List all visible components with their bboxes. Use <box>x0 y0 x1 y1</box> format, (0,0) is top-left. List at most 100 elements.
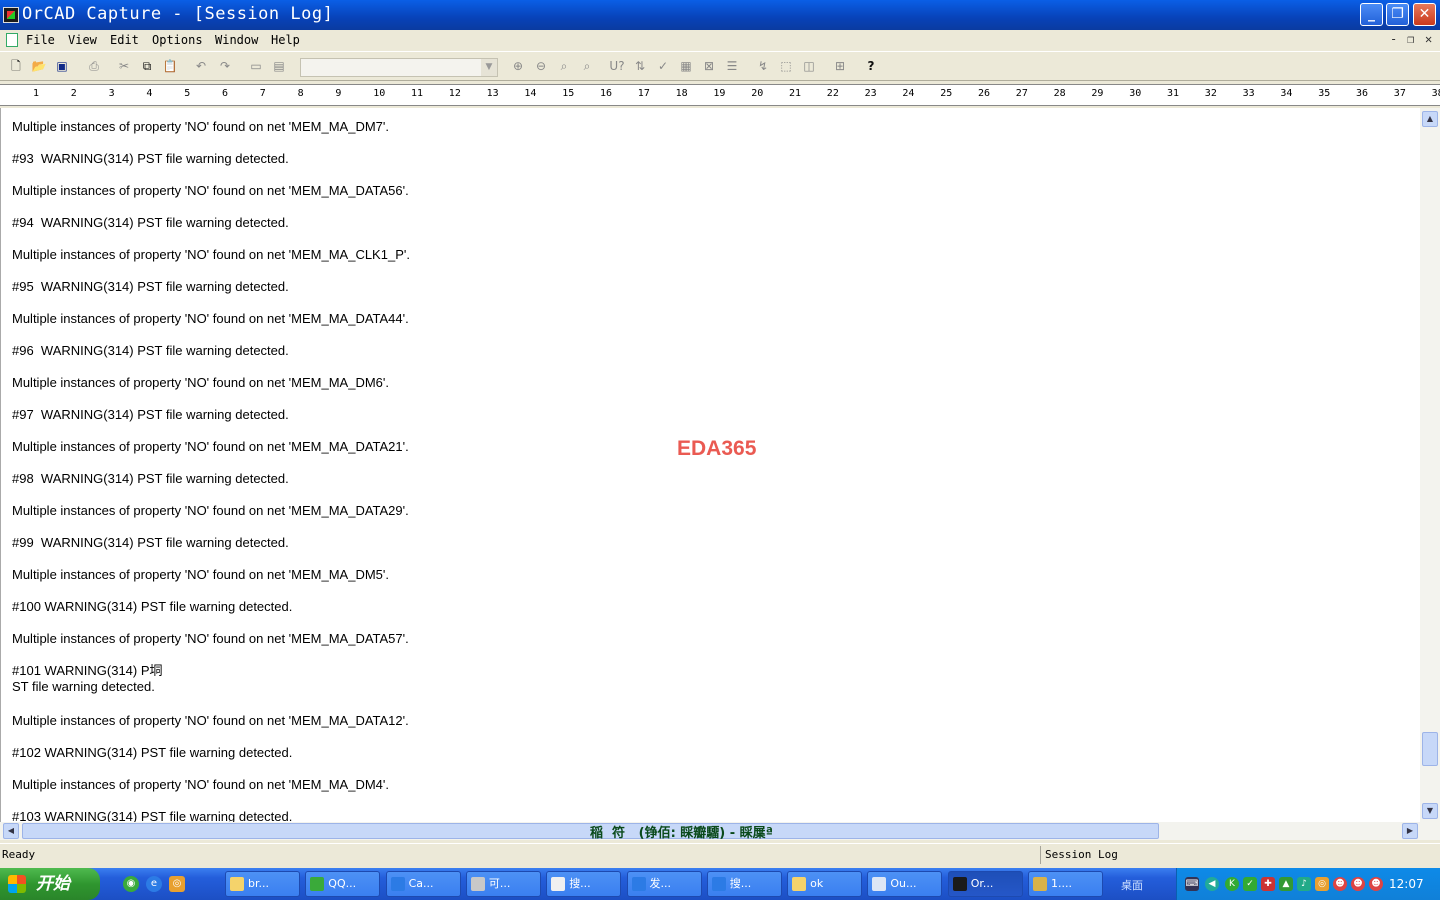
ruler-mark: 25 <box>940 88 953 99</box>
taskbar-button[interactable]: br... <box>225 871 300 897</box>
taskbar-button[interactable]: Ou... <box>867 871 943 897</box>
menu-edit[interactable]: Edit <box>110 33 139 47</box>
vertical-scroll-thumb[interactable] <box>1422 732 1438 766</box>
start-button[interactable]: 开始 <box>0 868 100 900</box>
desktop-toolbar-label[interactable]: 桌面 <box>1121 877 1143 893</box>
ruler-mark: 36 <box>1356 88 1369 99</box>
taskbar-app-icon <box>551 877 566 891</box>
start-label: 开始 <box>36 874 70 894</box>
window-title: OrCAD Capture - [Session Log] <box>22 4 334 24</box>
maximize-button[interactable]: ❐ <box>1386 3 1409 26</box>
kaspersky-icon[interactable]: K <box>1225 877 1239 891</box>
paste-icon[interactable]: 📋 <box>162 58 178 74</box>
mdi-minimize-button[interactable]: - <box>1390 32 1397 46</box>
ime-icon[interactable]: ✓ <box>1243 877 1257 891</box>
quicklaunch-ie-icon[interactable]: e <box>146 876 162 892</box>
taskbar-button[interactable]: 可... <box>465 871 541 897</box>
copy-icon[interactable]: ⧉ <box>139 58 155 74</box>
ruler-mark: 38 <box>1431 88 1440 99</box>
taskbar-button[interactable]: 1.... <box>1028 871 1103 897</box>
taskbar-button[interactable]: Or... <box>947 871 1023 897</box>
ruler-mark: 30 <box>1129 88 1142 99</box>
network-icon[interactable]: ◀ <box>1205 877 1219 891</box>
mdi-close-button[interactable]: ✕ <box>1425 32 1432 46</box>
qq-tray-icon-2[interactable]: ☻ <box>1351 877 1365 891</box>
place-part-icon[interactable]: ▭ <box>248 58 264 74</box>
area-select-icon[interactable]: ⬚ <box>778 58 794 74</box>
chevron-down-icon[interactable]: ▼ <box>481 59 497 76</box>
horizontal-scrollbar[interactable]: ◀ 稲 符 (铮佰: 睬瓣驑) - 睬屟ª ▶ <box>0 822 1440 841</box>
taskbar-button[interactable]: QQ... <box>305 871 381 897</box>
taskbar-button[interactable]: Ca... <box>385 871 461 897</box>
log-line: Multiple instances of property 'NO' foun… <box>12 439 409 454</box>
menu-options[interactable]: Options <box>152 33 203 47</box>
taskbar-button[interactable]: ok <box>787 871 863 897</box>
antivirus-icon[interactable]: ✚ <box>1261 877 1275 891</box>
zoom-all-icon[interactable]: ⌕ <box>579 58 595 74</box>
qq-tray-icon-3[interactable]: ☻ <box>1369 877 1383 891</box>
messenger-icon[interactable]: ◎ <box>1315 877 1329 891</box>
back-annotate-icon[interactable]: ⇅ <box>632 58 648 74</box>
place-wire-icon[interactable]: ▤ <box>271 58 287 74</box>
status-bar: Ready Session Log <box>0 843 1440 865</box>
watermark: EDA365 <box>677 437 757 460</box>
volume-icon[interactable]: ♪ <box>1297 877 1311 891</box>
tray-app-icon[interactable]: ▲ <box>1279 877 1293 891</box>
scroll-down-button[interactable]: ▼ <box>1422 803 1438 819</box>
cut-icon[interactable]: ✂ <box>116 58 132 74</box>
taskbar-app-icon <box>470 877 485 891</box>
drawing-icon[interactable]: ◫ <box>801 58 817 74</box>
menu-help[interactable]: Help <box>271 33 300 47</box>
undo-icon[interactable]: ↶ <box>193 58 209 74</box>
taskbar-app-icon <box>792 877 807 891</box>
minimize-button[interactable]: _ <box>1360 3 1383 26</box>
project-manager-icon[interactable]: ⊞ <box>832 58 848 74</box>
zoom-out-icon[interactable]: ⊖ <box>533 58 549 74</box>
taskbar-button-label: Ca... <box>408 877 434 890</box>
new-icon[interactable]: 🗋 <box>8 58 24 74</box>
bom-icon[interactable]: ☰ <box>724 58 740 74</box>
open-icon[interactable]: 📂 <box>31 58 47 74</box>
log-line: Multiple instances of property 'NO' foun… <box>12 567 389 582</box>
menu-file[interactable]: File <box>26 33 55 47</box>
part-selector-combo[interactable]: ▼ <box>300 58 498 77</box>
menu-window[interactable]: Window <box>215 33 258 47</box>
ruler-mark: 6 <box>222 88 229 99</box>
drc-icon[interactable]: ✓ <box>655 58 671 74</box>
document-icon[interactable] <box>6 33 18 47</box>
menu-view[interactable]: View <box>68 33 97 47</box>
crossref-icon[interactable]: ⊠ <box>701 58 717 74</box>
session-log-text[interactable]: Multiple instances of property 'NO' foun… <box>12 119 410 822</box>
redo-icon[interactable]: ↷ <box>217 58 233 74</box>
annotate-icon[interactable]: U? <box>609 58 625 74</box>
orcad-app-icon[interactable] <box>3 7 19 23</box>
scroll-left-button[interactable]: ◀ <box>3 823 19 839</box>
taskbar-button[interactable]: 搜... <box>546 871 622 897</box>
session-log-pane[interactable]: Multiple instances of property 'NO' foun… <box>0 108 1420 822</box>
netlist-icon[interactable]: ▦ <box>678 58 694 74</box>
taskbar-button[interactable]: 搜... <box>706 871 782 897</box>
zoom-area-icon[interactable]: ⌕ <box>556 58 572 74</box>
zoom-in-icon[interactable]: ⊕ <box>510 58 526 74</box>
log-line: #103 WARNING(314) PST file warning detec… <box>12 809 293 822</box>
scroll-right-button[interactable]: ▶ <box>1402 823 1418 839</box>
snap-icon[interactable]: ↯ <box>755 58 771 74</box>
log-line: #100 WARNING(314) PST file warning detec… <box>12 599 293 614</box>
help-icon[interactable]: ? <box>863 58 879 74</box>
clock[interactable]: 12:07 <box>1389 877 1424 891</box>
vertical-scrollbar[interactable]: ▲ ▼ <box>1420 108 1440 822</box>
keyboard-icon[interactable]: ⌨ <box>1185 877 1199 891</box>
taskbar-button-label: 可... <box>488 877 511 890</box>
quicklaunch-qq-icon[interactable]: ◉ <box>123 876 139 892</box>
taskbar-button-label: Or... <box>970 877 994 890</box>
qq-tray-icon-1[interactable]: ☻ <box>1333 877 1347 891</box>
quicklaunch-app-icon[interactable]: ◎ <box>169 876 185 892</box>
taskbar-button[interactable]: 发... <box>626 871 702 897</box>
mdi-restore-button[interactable]: ❐ <box>1407 32 1414 46</box>
ruler-mark: 3 <box>108 88 115 99</box>
scroll-up-button[interactable]: ▲ <box>1422 111 1438 127</box>
ruler-mark: 15 <box>562 88 575 99</box>
print-icon[interactable]: ⎙ <box>86 58 102 74</box>
save-icon[interactable]: ▣ <box>54 58 70 74</box>
close-button[interactable]: ✕ <box>1413 3 1436 26</box>
